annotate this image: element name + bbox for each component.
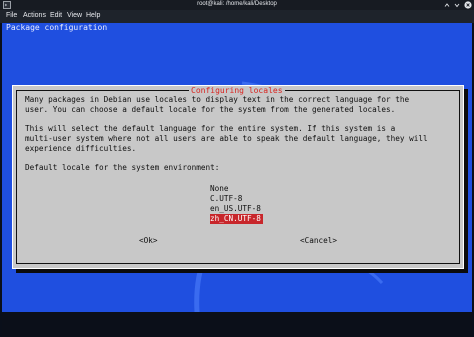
locale-option-en-us-utf8[interactable]: en_US.UTF-8 <box>210 204 261 214</box>
locale-option-zh-cn-utf8-selected[interactable]: zh_CN.UTF-8 <box>210 214 263 224</box>
window-titlebar: root@kali: /home/kali/Desktop <box>0 0 474 10</box>
menu-bar: File Actions Edit View Help <box>0 10 474 23</box>
description-line: experience difficulties. <box>25 144 137 153</box>
dialog-backdrop: Package configuration Configuring locale… <box>2 23 472 312</box>
configuring-locales-dialog: Configuring locales Many packages in Deb… <box>12 85 464 269</box>
dialog-frame: Configuring locales Many packages in Deb… <box>16 86 460 264</box>
description-line: This will select the default language fo… <box>25 124 396 133</box>
locale-option-c-utf8[interactable]: C.UTF-8 <box>210 194 242 204</box>
minimize-icon[interactable] <box>443 1 451 9</box>
window-title: root@kali: /home/kali/Desktop <box>197 1 277 7</box>
menu-edit[interactable]: Edit <box>50 12 62 19</box>
cancel-button[interactable]: <Cancel> <box>300 236 337 246</box>
terminal-area[interactable]: Package configuration Configuring locale… <box>2 23 472 337</box>
locale-prompt: Default locale for the system environmen… <box>25 163 220 172</box>
menu-view[interactable]: View <box>67 12 82 19</box>
description-line: Many packages in Debian use locales to d… <box>25 95 410 104</box>
menu-file[interactable]: File <box>6 12 17 19</box>
close-icon[interactable] <box>464 1 472 9</box>
menu-help[interactable]: Help <box>86 12 100 19</box>
package-configuration-header: Package configuration <box>6 23 108 32</box>
ok-button[interactable]: <Ok> <box>139 236 158 246</box>
description-line: user. You can choose a default locale fo… <box>25 105 396 114</box>
maximize-icon[interactable] <box>453 1 461 9</box>
locale-option-none[interactable]: None <box>210 184 229 194</box>
menu-actions[interactable]: Actions <box>23 12 46 19</box>
description-line: multi-user system where not all users ar… <box>25 134 428 143</box>
